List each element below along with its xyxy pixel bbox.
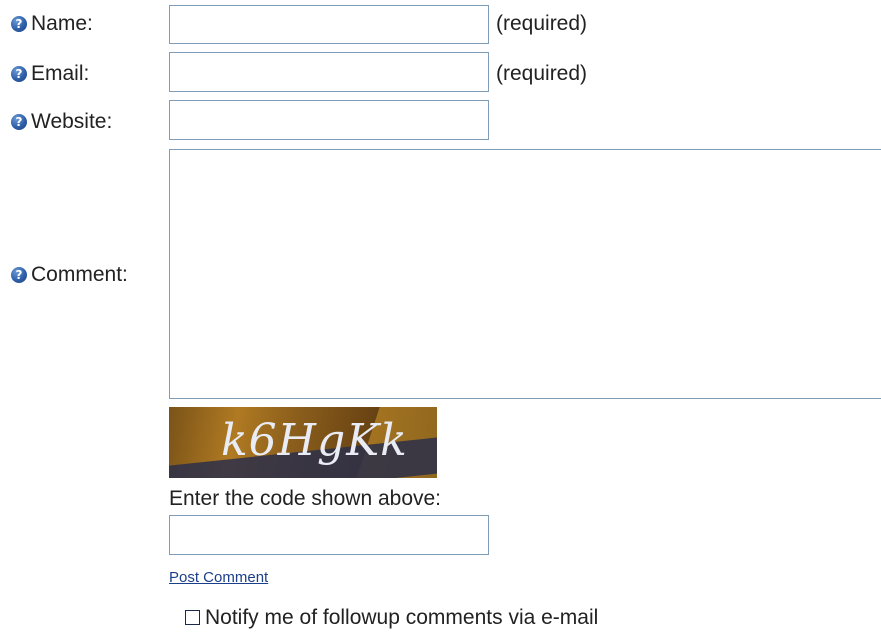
- help-icon: ?: [11, 66, 27, 82]
- notify-checkbox[interactable]: [185, 610, 200, 625]
- help-icon: ?: [11, 16, 27, 32]
- help-icon: ?: [11, 267, 27, 283]
- email-label: Email:: [31, 62, 90, 85]
- help-icon: ?: [11, 114, 27, 130]
- website-label: Website:: [31, 110, 113, 133]
- name-required-note: (required): [496, 12, 588, 35]
- name-input[interactable]: [169, 5, 489, 44]
- name-label: Name:: [31, 12, 93, 35]
- email-input[interactable]: [169, 52, 489, 92]
- notify-label[interactable]: Notify me of followup comments via e-mai…: [205, 606, 598, 630]
- captcha-image: k6HgKk: [169, 407, 437, 478]
- website-input[interactable]: [169, 100, 489, 140]
- captcha-input[interactable]: [169, 515, 489, 555]
- captcha-prompt: Enter the code shown above:: [169, 487, 442, 510]
- captcha-code-text: k6HgKk: [221, 415, 408, 466]
- email-required-note: (required): [496, 62, 588, 85]
- comment-textarea[interactable]: [169, 149, 881, 399]
- post-comment-link[interactable]: Post Comment: [169, 569, 268, 587]
- comment-label: Comment:: [31, 263, 128, 286]
